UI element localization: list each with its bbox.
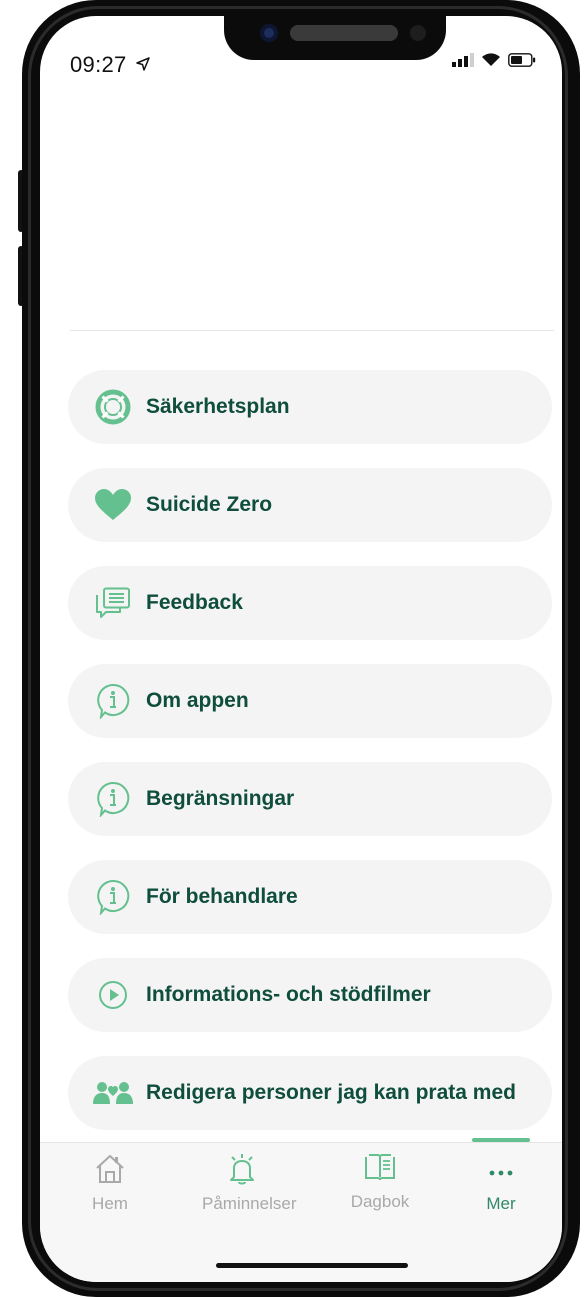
menu-item-sakerhetsplan[interactable]: Säkerhetsplan bbox=[68, 370, 552, 444]
menu-item-label: Feedback bbox=[146, 591, 243, 614]
screen: 09:27 Säkerhetsplan Suicide Zero Feedbac… bbox=[40, 16, 562, 1282]
tab-dagbok[interactable]: Dagbok bbox=[340, 1153, 420, 1212]
menu-item-label: Säkerhetsplan bbox=[146, 395, 290, 418]
menu-item-label: Suicide Zero bbox=[146, 493, 273, 516]
more-dots-icon bbox=[489, 1170, 513, 1176]
tab-label: Dagbok bbox=[350, 1192, 410, 1211]
location-arrow-icon bbox=[136, 57, 150, 71]
menu-item-label: Informations- och stödfilmer bbox=[146, 983, 431, 1006]
menu-item-label: Redigera personer jag kan prata med bbox=[146, 1081, 516, 1104]
home-icon bbox=[96, 1155, 124, 1183]
menu-item-label: Begränsningar bbox=[146, 787, 295, 810]
active-tab-indicator bbox=[472, 1138, 530, 1142]
header-divider bbox=[70, 330, 554, 331]
people-heart-icon bbox=[92, 1072, 134, 1114]
lifebuoy-icon bbox=[92, 386, 134, 428]
home-indicator[interactable] bbox=[216, 1263, 408, 1268]
signal-icon bbox=[452, 52, 474, 67]
battery-icon bbox=[508, 52, 536, 67]
menu-item-suicide-zero[interactable]: Suicide Zero bbox=[68, 468, 552, 542]
play-circle-icon bbox=[92, 974, 134, 1016]
heart-icon bbox=[92, 484, 134, 526]
info-bubble-icon bbox=[92, 778, 134, 820]
tab-hem[interactable]: Hem bbox=[70, 1153, 150, 1214]
time-label: 09:27 bbox=[70, 52, 127, 77]
menu-item-label: Om appen bbox=[146, 689, 249, 712]
menu-item-redigera-personer[interactable]: Redigera personer jag kan prata med bbox=[68, 1056, 552, 1130]
tab-label: Påminnelser bbox=[202, 1194, 297, 1213]
tab-mer[interactable]: Mer bbox=[461, 1153, 541, 1214]
notch bbox=[224, 16, 446, 60]
more-menu: Säkerhetsplan Suicide Zero Feedback Om a… bbox=[68, 370, 552, 1154]
front-camera bbox=[260, 24, 278, 42]
info-bubble-icon bbox=[92, 876, 134, 918]
status-bar-icons bbox=[452, 52, 536, 67]
menu-item-feedback[interactable]: Feedback bbox=[68, 566, 552, 640]
status-bar-time: 09:27 bbox=[70, 52, 150, 78]
menu-item-om-appen[interactable]: Om appen bbox=[68, 664, 552, 738]
tab-label: Hem bbox=[92, 1194, 128, 1213]
menu-item-begransningar[interactable]: Begränsningar bbox=[68, 762, 552, 836]
menu-item-label: För behandlare bbox=[146, 885, 298, 908]
tab-paminnelser[interactable]: Påminnelser bbox=[202, 1153, 297, 1214]
tab-bar: Hem Påminnelser Dagbok Mer bbox=[40, 1138, 562, 1282]
bell-icon bbox=[230, 1154, 254, 1185]
book-icon bbox=[365, 1154, 395, 1181]
info-bubble-icon bbox=[92, 680, 134, 722]
tab-label: Mer bbox=[486, 1194, 516, 1213]
wifi-icon bbox=[482, 53, 500, 66]
chat-bubbles-icon bbox=[92, 582, 134, 624]
menu-item-informations-och-stodfilmer[interactable]: Informations- och stödfilmer bbox=[68, 958, 552, 1032]
earpiece-speaker bbox=[290, 25, 398, 41]
menu-item-for-behandlare[interactable]: För behandlare bbox=[68, 860, 552, 934]
sensor bbox=[410, 25, 426, 41]
